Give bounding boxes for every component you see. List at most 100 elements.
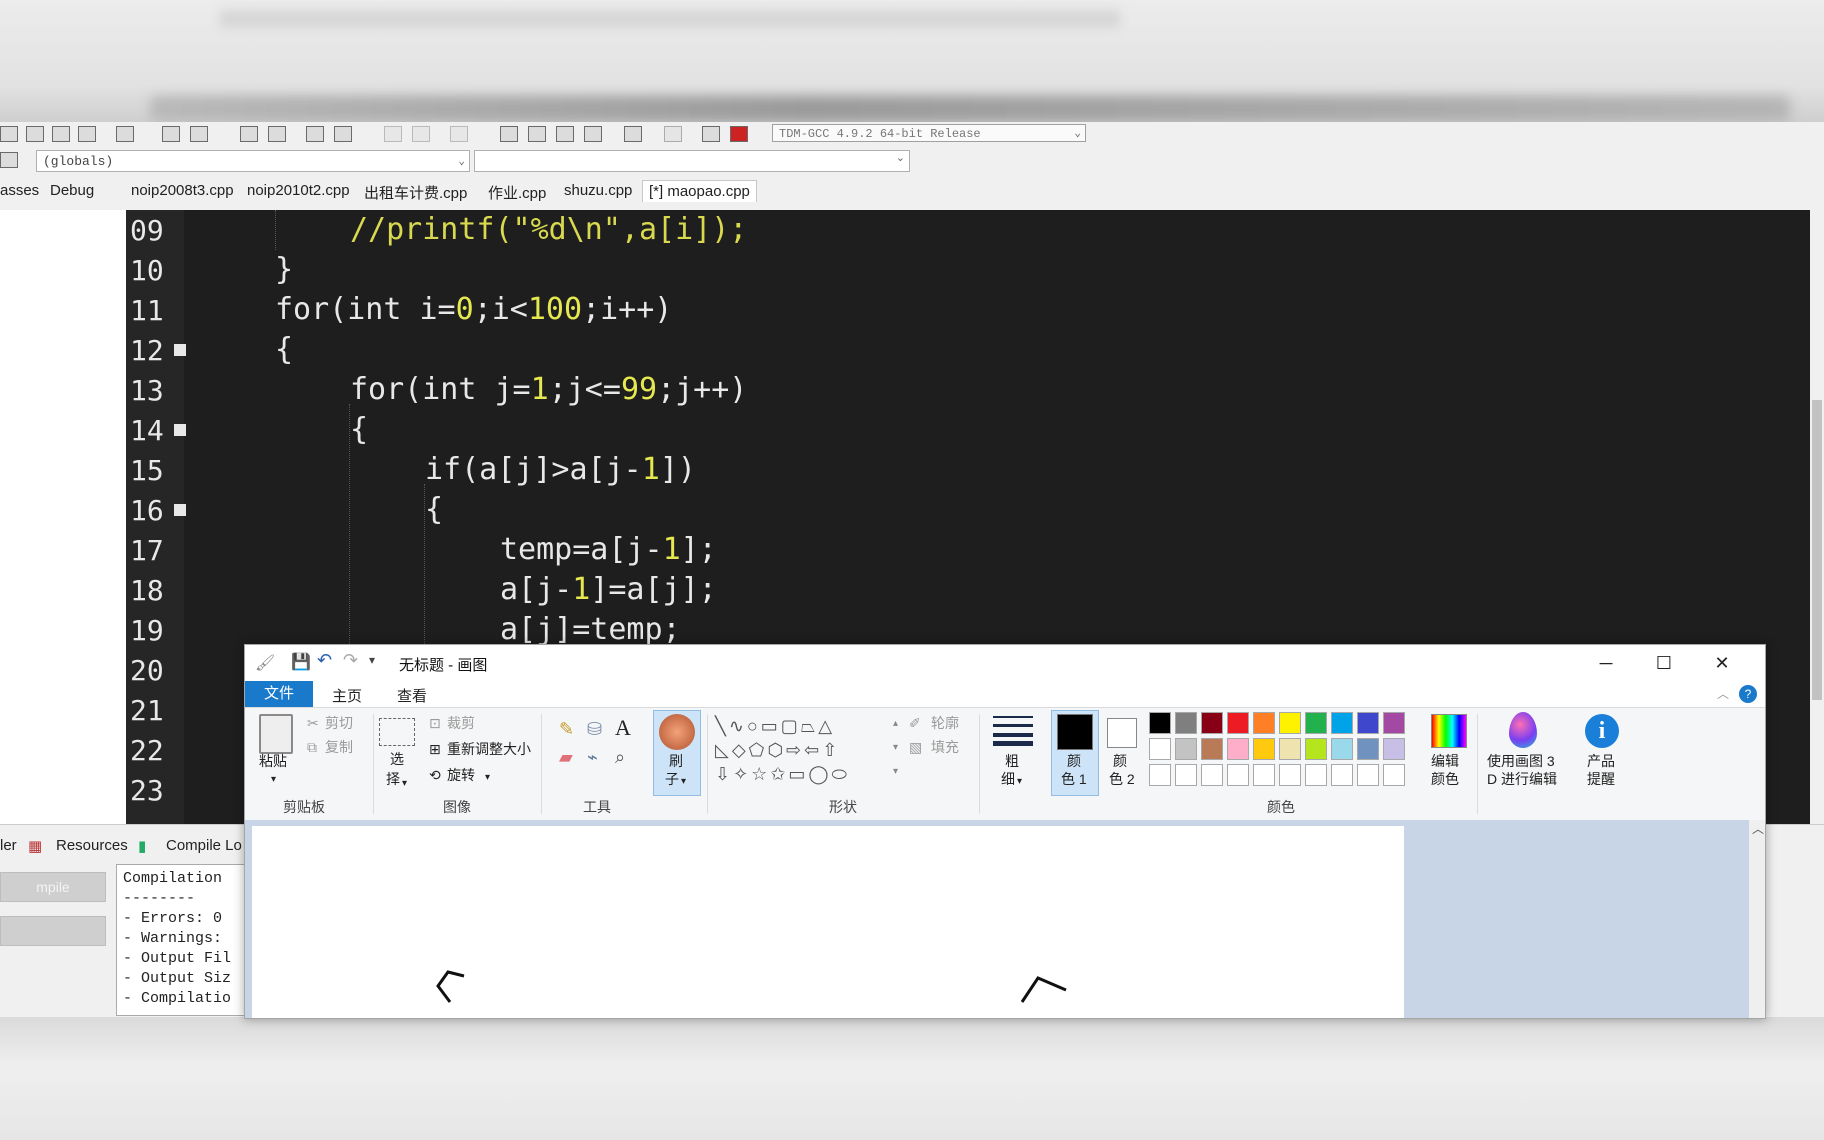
chevron-down-icon[interactable]: ▾ [485,768,490,787]
collapse-ribbon-icon[interactable]: ︿ [1717,685,1729,702]
color-swatch[interactable] [1331,738,1353,760]
tab-view[interactable]: 查看 [397,685,427,706]
color2-swatch[interactable] [1107,718,1137,748]
file-tab[interactable]: noip2010t2.cpp [247,182,350,199]
close-button[interactable]: ✕ [1699,649,1745,677]
color-swatch[interactable] [1149,764,1171,786]
gallery-scroll-up-icon[interactable]: ▴ [893,714,898,733]
compile-icon[interactable] [500,126,518,142]
size-label-2[interactable]: 细 [1001,770,1015,789]
color-swatch[interactable] [1149,738,1171,760]
gallery-scroll-down-icon[interactable]: ▾ [893,738,898,757]
edit-colors-label-2[interactable]: 颜色 [1431,770,1459,789]
tab-resources[interactable]: Resources [56,837,128,854]
replace-icon[interactable] [268,126,286,142]
color-swatch[interactable] [1357,764,1379,786]
color-swatch[interactable] [1305,738,1327,760]
paint3d-label-1[interactable]: 使用画图 3 [1487,752,1555,771]
resize-button[interactable]: 重新调整大小 [447,740,531,759]
indent-icon[interactable] [306,126,324,142]
color-swatch[interactable] [1253,712,1275,734]
print-icon[interactable] [116,126,134,142]
close-all-icon[interactable] [78,126,96,142]
select-label-1[interactable]: 选 [390,750,404,769]
compile-run-icon[interactable] [556,126,574,142]
text-icon[interactable]: A [615,717,631,739]
redo-icon[interactable] [190,126,208,142]
color-swatch[interactable] [1383,738,1405,760]
color2-label-1[interactable]: 颜 [1113,752,1127,771]
color-picker-icon[interactable]: ⌁ [587,748,598,767]
color-swatch[interactable] [1253,738,1275,760]
tab-file[interactable]: 文件 [245,681,313,707]
panel-toggle-icon[interactable] [0,152,18,168]
chevron-down-icon[interactable]: ▾ [1017,772,1022,791]
color-swatch[interactable] [1357,712,1379,734]
editor-scrollbar[interactable] [1810,210,1824,824]
info-icon[interactable]: i [1585,714,1619,748]
forward-icon[interactable] [412,126,430,142]
save-icon[interactable]: 💾 [291,652,311,672]
pencil-icon[interactable]: ✎ [559,720,574,739]
compiler-select[interactable]: TDM-GCC 4.9.2 64-bit Release ⌄ [772,124,1086,142]
product-alert-label-2[interactable]: 提醒 [1587,770,1615,789]
magnifier-icon[interactable]: ⌕ [615,748,625,767]
goto-icon[interactable] [450,126,468,142]
tab-compiler[interactable]: ler [0,837,17,854]
color-swatch[interactable] [1175,764,1197,786]
select-label-2[interactable]: 择 [386,770,400,789]
fill-icon[interactable]: ⛁ [587,720,602,739]
paint3d-label-2[interactable]: D 进行编辑 [1487,770,1557,789]
color2-label-2[interactable]: 色 2 [1109,770,1135,789]
file-tab[interactable]: 作业.cpp [488,182,546,203]
undo-icon[interactable]: ↶ [317,650,332,671]
color-swatch[interactable] [1227,712,1249,734]
debug-icon[interactable] [664,126,682,142]
paint3d-icon[interactable] [1509,712,1537,748]
scroll-up-icon[interactable]: ︿ [1752,820,1764,837]
file-tab[interactable]: shuzu.cpp [564,182,632,199]
scroll-thumb[interactable] [1812,400,1822,700]
redo-icon[interactable]: ↷ [343,650,358,671]
tab-home[interactable]: 主页 [332,685,362,706]
color-swatch[interactable] [1383,712,1405,734]
shorten-paths-checkbox[interactable] [0,916,106,946]
color-swatch[interactable] [1201,764,1223,786]
color-swatch[interactable] [1201,712,1223,734]
size-label-1[interactable]: 粗 [1005,752,1019,771]
paste-icon[interactable] [259,714,293,754]
run-icon[interactable] [528,126,546,142]
syntax-check-icon[interactable] [624,126,642,142]
copy-button[interactable]: 复制 [325,738,353,757]
product-alert-label-1[interactable]: 产品 [1587,752,1615,771]
rotate-button[interactable]: 旋转 [447,766,475,785]
file-tab[interactable]: 出租车计费.cpp [364,182,467,203]
fill-button[interactable]: 填充 [931,738,959,757]
back-icon[interactable] [384,126,402,142]
chevron-down-icon[interactable]: ▾ [271,770,276,789]
rebuild-icon[interactable] [584,126,602,142]
crop-button[interactable]: 裁剪 [447,714,475,733]
customize-quick-access-icon[interactable]: ▾ [369,653,375,667]
color-swatch[interactable] [1383,764,1405,786]
paste-label[interactable]: 粘贴 [259,752,287,771]
drawing-canvas[interactable] [252,826,1404,1018]
file-tab-active[interactable]: [*] maopao.cpp [642,180,757,202]
file-tab[interactable]: noip2008t3.cpp [131,182,234,199]
undo-icon[interactable] [162,126,180,142]
color-swatch[interactable] [1305,764,1327,786]
color-swatch[interactable] [1357,738,1379,760]
chart-icon[interactable] [702,126,720,142]
chevron-down-icon[interactable]: ▾ [402,774,407,793]
edit-colors-label-1[interactable]: 编辑 [1431,752,1459,771]
fold-marker-icon[interactable] [174,504,186,516]
tab-compile-log[interactable]: Compile Lo [166,837,242,854]
color-swatch[interactable] [1175,712,1197,734]
close-project-icon[interactable] [52,126,70,142]
scope-select[interactable]: (globals) ⌄ [36,150,470,172]
color-swatch[interactable] [1331,712,1353,734]
fold-marker-icon[interactable] [174,344,186,356]
tab-classes[interactable]: asses [0,182,39,199]
color-swatch[interactable] [1149,712,1171,734]
color-swatch[interactable] [1305,712,1327,734]
